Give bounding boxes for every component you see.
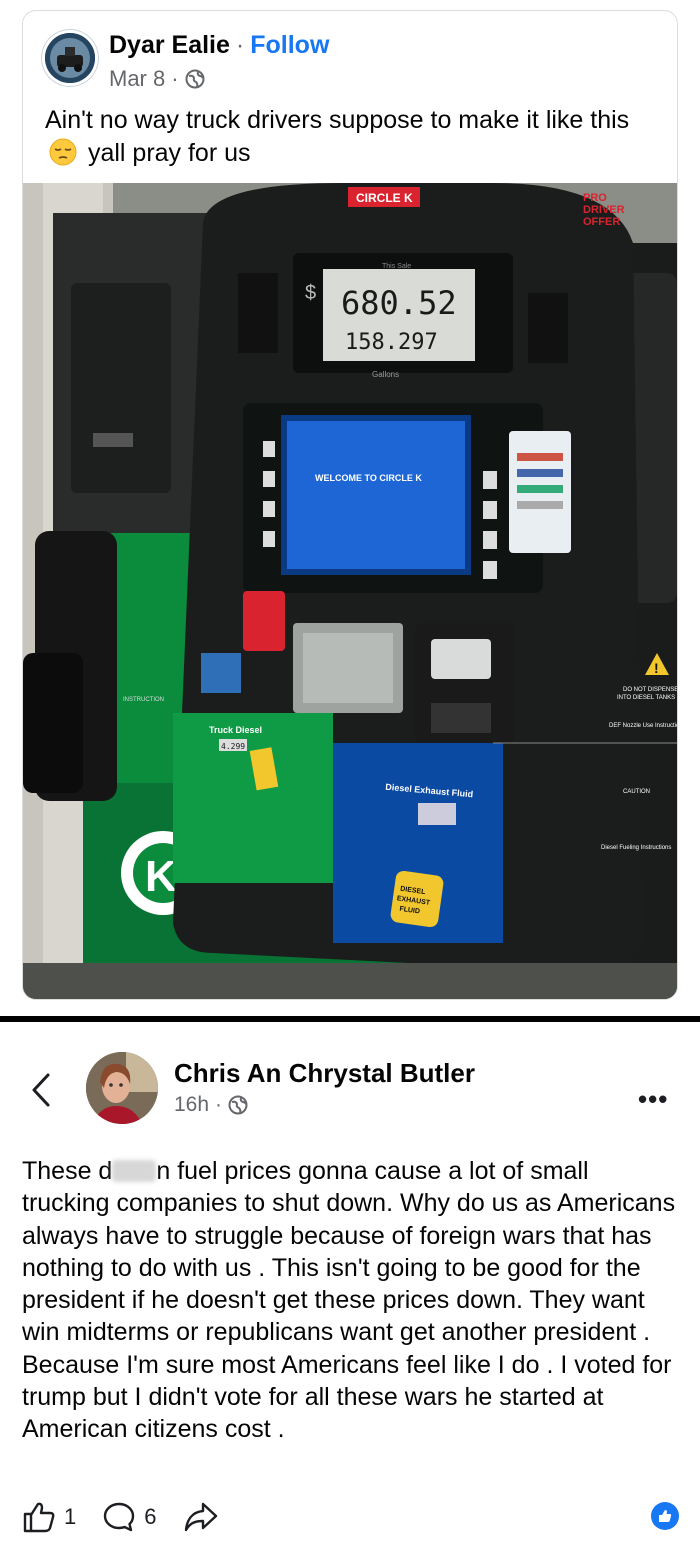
author-avatar[interactable]	[45, 33, 95, 83]
svg-text:Diesel Fueling Instructions: Diesel Fueling Instructions	[601, 845, 671, 851]
censored-blur	[112, 1160, 157, 1182]
follow-button[interactable]: Follow	[250, 31, 329, 59]
post-text: These dn fuel prices gonna cause a lot o…	[22, 1155, 682, 1446]
svg-text:DRIVER: DRIVER	[583, 204, 625, 216]
svg-text:INSTRUCTION: INSTRUCTION	[123, 697, 164, 703]
pensive-face-emoji-icon	[49, 138, 77, 166]
separator: ·	[235, 31, 245, 59]
back-arrow-icon[interactable]	[28, 1072, 56, 1108]
comment-button[interactable]: 6	[102, 1500, 157, 1534]
more-options-button[interactable]: •••	[638, 1084, 668, 1115]
post-meta: Mar 8 ·	[109, 66, 205, 92]
thumbs-up-icon	[23, 1502, 55, 1533]
author-name[interactable]: Chris An Chrystal Butler	[174, 1058, 475, 1089]
post-meta: 16h ·	[174, 1093, 248, 1117]
svg-text:!: !	[654, 660, 659, 676]
svg-text:K: K	[145, 852, 177, 901]
post-text-start: These d	[22, 1157, 113, 1185]
svg-text:This Sale: This Sale	[382, 263, 411, 270]
like-reaction-badge[interactable]	[651, 1502, 679, 1530]
post-photo-fuel-pump[interactable]: K CIRCLE K PRO DRIVER OFFER This Sale $ …	[23, 183, 677, 999]
post-card-1: Dyar Ealie · Follow Mar 8 · Ain't no way t…	[22, 10, 678, 1000]
svg-text:Gallons: Gallons	[372, 370, 399, 379]
like-button[interactable]: 1	[22, 1500, 76, 1534]
svg-text:DEF Nozzle Use Instructions: DEF Nozzle Use Instructions	[609, 723, 677, 729]
action-bar: 1 6	[22, 1497, 245, 1537]
svg-text:INTO DIESEL TANKS: INTO DIESEL TANKS	[617, 695, 675, 701]
svg-text:4.299: 4.299	[221, 742, 245, 751]
svg-text:CAUTION: CAUTION	[623, 789, 650, 795]
share-button[interactable]	[183, 1500, 219, 1534]
share-icon	[184, 1502, 217, 1532]
svg-text:CIRCLE K: CIRCLE K	[356, 191, 413, 205]
post-text-before: Ain't no way truck drivers suppose to ma…	[45, 106, 630, 134]
like-count: 1	[64, 1504, 77, 1529]
svg-text:$: $	[305, 282, 316, 304]
author-name[interactable]: Dyar Ealie	[109, 31, 230, 59]
globe-icon	[228, 1095, 248, 1115]
svg-text:158.297: 158.297	[345, 330, 438, 355]
pump-screen	[287, 421, 465, 569]
post-time[interactable]: 16h	[174, 1093, 209, 1117]
author-line: Dyar Ealie · Follow	[109, 31, 329, 60]
svg-text:Truck Diesel: Truck Diesel	[209, 725, 262, 735]
meta-dot: ·	[171, 66, 179, 91]
svg-text:680.52: 680.52	[341, 284, 457, 322]
comment-icon	[104, 1502, 135, 1532]
post-text-rest: n fuel prices gonna cause a lot of small…	[22, 1157, 676, 1444]
post-text-after: yall pray for us	[87, 139, 251, 167]
globe-icon	[185, 69, 205, 89]
post-date[interactable]: Mar 8	[109, 66, 165, 92]
svg-text:DO NOT DISPENSE: DO NOT DISPENSE	[623, 687, 677, 693]
meta-dot: ·	[215, 1093, 223, 1116]
truck-diesel-panel	[173, 713, 333, 883]
comment-count: 6	[144, 1504, 157, 1529]
post-text: Ain't no way truck drivers suppose to ma…	[45, 104, 665, 170]
svg-text:WELCOME TO CIRCLE K: WELCOME TO CIRCLE K	[315, 473, 422, 483]
author-avatar[interactable]	[86, 1052, 158, 1124]
section-divider	[0, 1016, 700, 1022]
thumbs-up-icon	[659, 1510, 672, 1522]
promo-text: PRO	[583, 192, 607, 204]
svg-text:OFFER: OFFER	[583, 216, 620, 228]
